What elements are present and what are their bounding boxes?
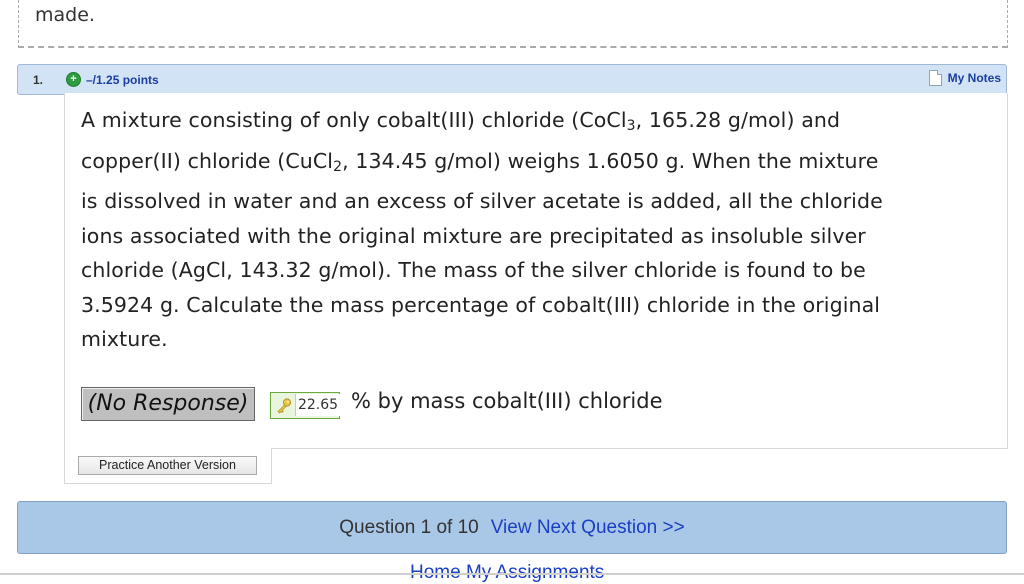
question-line: mixture. — [81, 327, 168, 351]
practice-container: Practice Another Version — [64, 448, 272, 484]
question-count: Question 1 of 10 — [339, 517, 479, 538]
question-line: A mixture consisting of only cobalt(III)… — [81, 108, 841, 134]
key-icon — [277, 398, 292, 414]
practice-another-version-button[interactable]: Practice Another Version — [78, 456, 257, 475]
question-header: 1. + –/1.25 points My Notes — [17, 64, 1007, 95]
answer-key-value: 22.65 — [295, 394, 340, 416]
response-field[interactable]: (No Response) — [81, 387, 255, 421]
previous-fragment-text: made. — [35, 4, 95, 26]
question-number: 1. — [33, 73, 44, 87]
my-notes-link[interactable]: My Notes — [928, 70, 1001, 86]
answer-unit: % by mass cobalt(III) chloride — [351, 389, 663, 413]
question-line: copper(II) chloride (CuCl2, 134.45 g/mol… — [81, 148, 879, 175]
question-line: 3.5924 g. Calculate the mass percentage … — [81, 292, 881, 317]
notes-doc-icon — [928, 70, 942, 86]
view-next-question-link[interactable]: View Next Question >> — [491, 517, 685, 538]
plus-circle-icon[interactable]: + — [66, 72, 81, 87]
answer-key-box: 22.65 — [270, 392, 340, 419]
question-line: chloride (AgCl, 143.32 g/mol). The mass … — [81, 258, 866, 282]
question-points: –/1.25 points — [86, 73, 159, 87]
question-line: ions associated with the original mixtur… — [81, 223, 866, 248]
question-navigation-bar: Question 1 of 10 View Next Question >> — [17, 501, 1007, 554]
question-text: A mixture consisting of only cobalt(III)… — [81, 103, 996, 357]
previous-question-fragment: made. — [18, 0, 1008, 48]
my-notes-label[interactable]: My Notes — [948, 71, 1001, 85]
question-body: A mixture consisting of only cobalt(III)… — [64, 93, 1008, 449]
question-line: is dissolved in water and an excess of s… — [81, 189, 883, 213]
answer-row: (No Response) 22.65 % by mass cobalt(III… — [81, 386, 981, 422]
